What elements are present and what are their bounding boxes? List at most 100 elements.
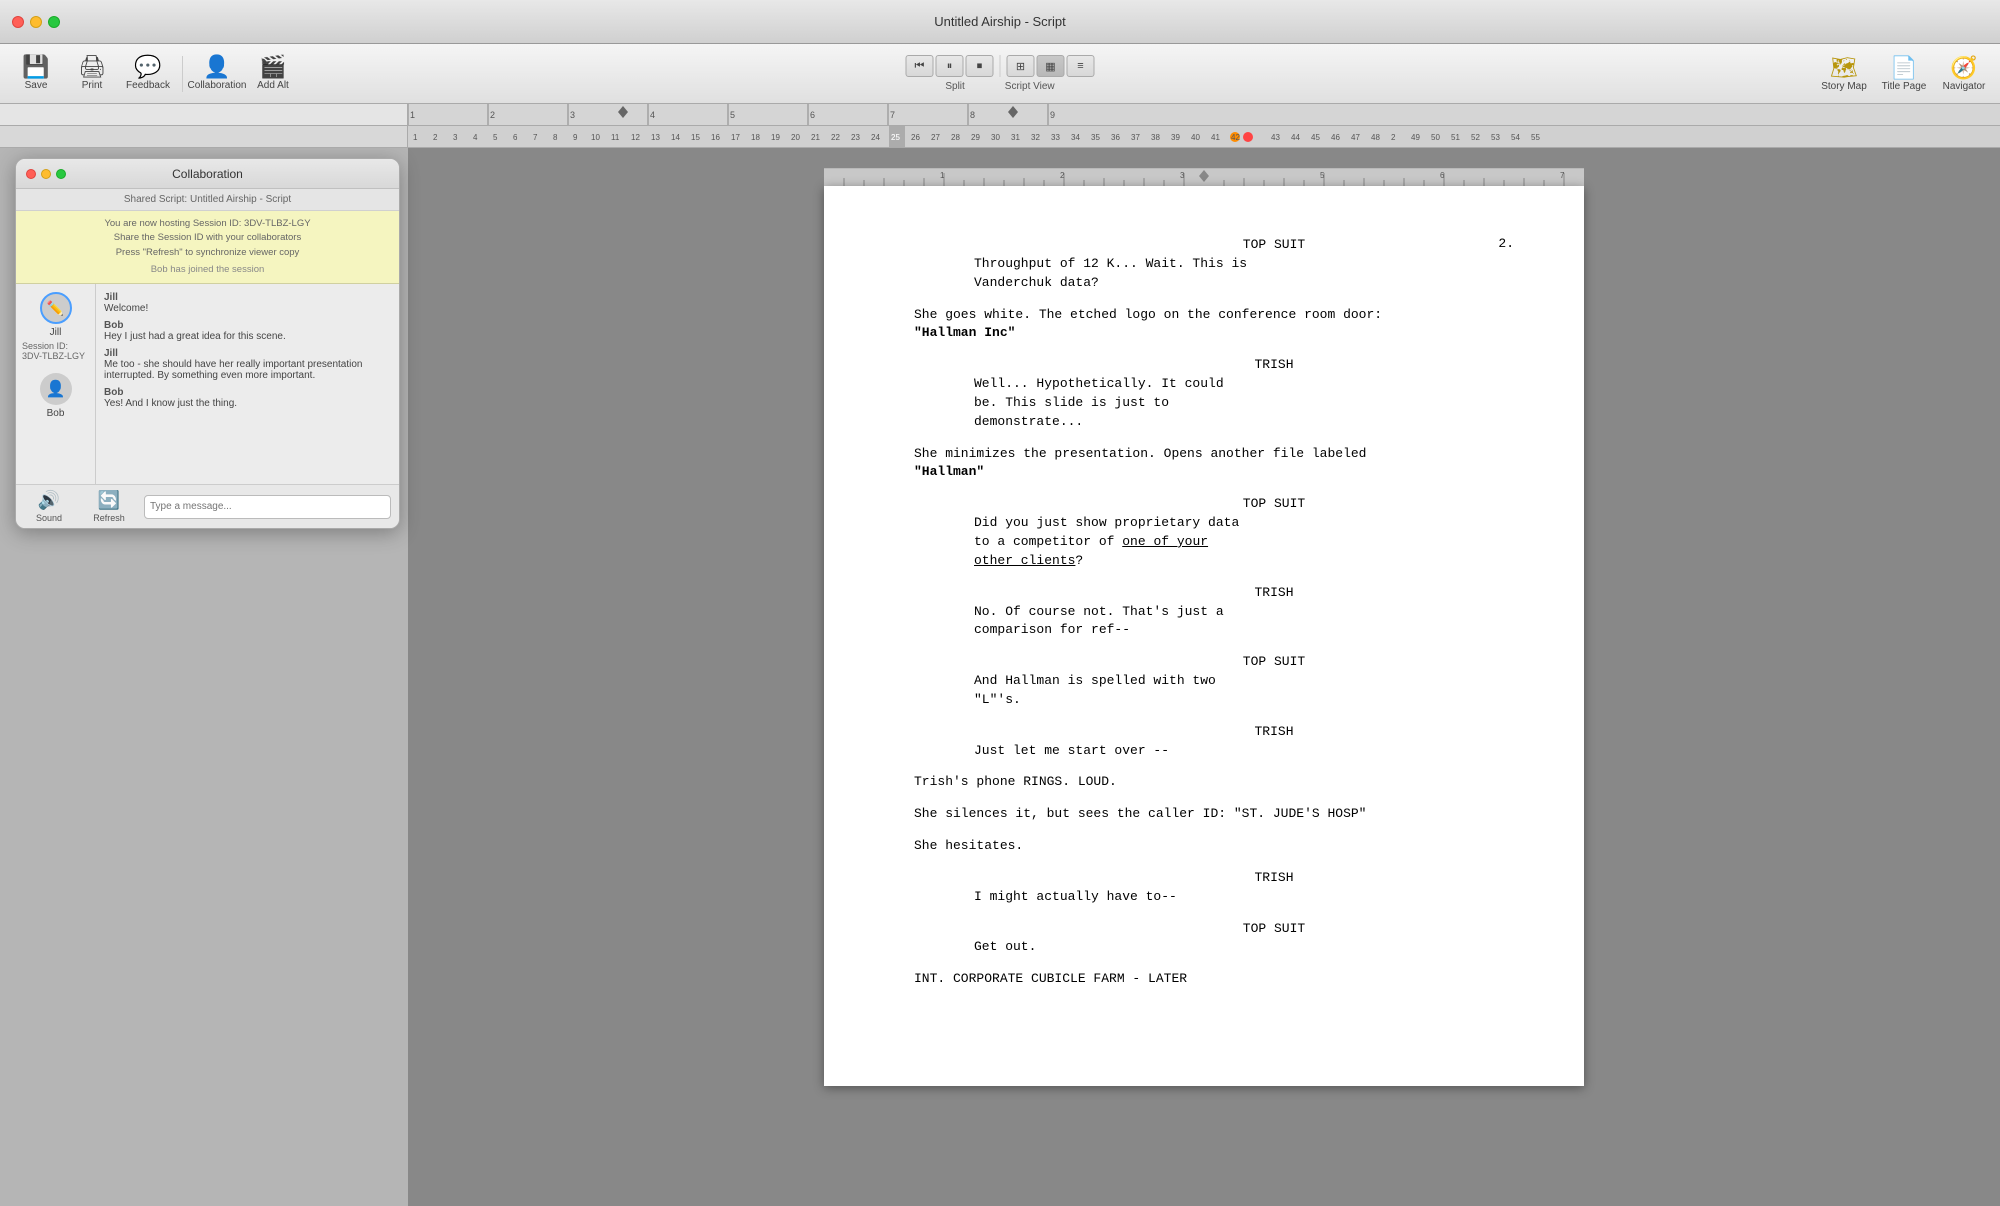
svg-text:10: 10 — [591, 133, 600, 142]
title-page-icon: 📄 — [1890, 55, 1917, 81]
view-btn-1[interactable]: ⊞ — [1007, 55, 1035, 77]
stop-button[interactable]: ⏹ — [966, 55, 994, 77]
doc-area[interactable]: 1 2 3 — [408, 148, 2000, 1206]
svg-text:4: 4 — [650, 110, 655, 120]
person-icon: 👤 — [46, 379, 66, 399]
svg-text:40: 40 — [1191, 133, 1200, 142]
toolbar-labels: Split Script View — [945, 81, 1054, 92]
svg-text:7: 7 — [1560, 171, 1565, 180]
svg-text:15: 15 — [691, 133, 700, 142]
script-page[interactable]: 2. TOP SUIT Throughput of 12 K... Wait. … — [824, 186, 1584, 1086]
collab-title: Collaboration — [172, 167, 243, 181]
action-hallman: "Hallman" — [914, 463, 1514, 482]
action-hallman-inc: "Hallman Inc" — [914, 324, 1514, 343]
collaboration-label: Collaboration — [188, 80, 247, 91]
page-ruler-spacer — [0, 126, 408, 147]
character-top-suit-4: TOP SUIT — [914, 920, 1514, 939]
toolbar-center-controls: ⏮ ⏸ ⏹ ⊞ ▦ ≡ Split Script View — [906, 55, 1095, 92]
chat-msg-1: Bob Hey I just had a great idea for this… — [104, 320, 391, 342]
title-page-label: Title Page — [1882, 81, 1927, 92]
svg-text:54: 54 — [1511, 133, 1520, 142]
view-btn-3[interactable]: ≡ — [1067, 55, 1095, 77]
add-alt-button[interactable]: 🎬 Add Alt — [247, 49, 299, 99]
collab-sound-button[interactable]: 🔊 Sound — [24, 490, 74, 523]
svg-text:36: 36 — [1111, 133, 1120, 142]
svg-text:3: 3 — [570, 110, 575, 120]
svg-text:22: 22 — [831, 133, 840, 142]
svg-text:33: 33 — [1051, 133, 1060, 142]
minimize-button[interactable] — [30, 16, 42, 28]
navigator-button[interactable]: 🧭 Navigator — [1938, 55, 1990, 92]
collab-title-bar: Collaboration — [16, 159, 399, 189]
maximize-button[interactable] — [48, 16, 60, 28]
pause-button[interactable]: ⏸ — [936, 55, 964, 77]
playback-controls: ⏮ ⏸ ⏹ ⊞ ▦ ≡ — [906, 55, 1095, 77]
print-button[interactable]: 🖨 Print — [66, 49, 118, 99]
rewind-button[interactable]: ⏮ — [906, 55, 934, 77]
svg-text:11: 11 — [611, 133, 620, 142]
svg-text:5: 5 — [730, 110, 735, 120]
collab-body: ✏️ Jill Session ID: 3DV-TLBZ-LGY 👤 Bob — [16, 284, 399, 484]
spacer-10 — [914, 824, 1514, 837]
svg-text:24: 24 — [871, 133, 880, 142]
dialogue-trish-2: No. Of course not. That's just acomparis… — [914, 603, 1514, 641]
collab-footer: 🔊 Sound 🔄 Refresh — [16, 484, 399, 528]
collaboration-button[interactable]: 👤 Collaboration — [191, 49, 243, 99]
collab-username-bob: Bob — [47, 408, 65, 419]
script-content: TOP SUIT Throughput of 12 K... Wait. Thi… — [914, 236, 1514, 989]
collab-chat-input[interactable] — [144, 495, 391, 519]
collab-shared-script: Shared Script: Untitled Airship - Script — [16, 189, 399, 211]
hosting-line1: You are now hosting Session ID: 3DV-TLBZ… — [26, 217, 389, 231]
chat-sender-2: Jill — [104, 348, 391, 359]
toolbar: 💾 Save 🖨 Print 💬 Feedback 👤 Collaboratio… — [0, 44, 2000, 104]
view-btn-2[interactable]: ▦ — [1037, 55, 1065, 77]
spacer-1 — [914, 293, 1514, 306]
action-white: She goes white. The etched logo on the c… — [914, 306, 1514, 325]
collab-users-list: ✏️ Jill Session ID: 3DV-TLBZ-LGY 👤 Bob — [16, 284, 96, 484]
collab-avatar-bob: 👤 — [40, 373, 72, 405]
svg-text:47: 47 — [1351, 133, 1360, 142]
svg-text:25: 25 — [891, 133, 900, 142]
svg-text:16: 16 — [711, 133, 720, 142]
svg-text:6: 6 — [513, 133, 518, 142]
title-page-button[interactable]: 📄 Title Page — [1878, 55, 1930, 92]
spacer-13 — [914, 957, 1514, 970]
spacer-12 — [914, 907, 1514, 920]
collab-refresh-button[interactable]: 🔄 Refresh — [84, 490, 134, 523]
svg-text:46: 46 — [1331, 133, 1340, 142]
svg-text:1: 1 — [940, 171, 945, 180]
svg-text:17: 17 — [731, 133, 740, 142]
svg-text:13: 13 — [651, 133, 660, 142]
spacer-4 — [914, 482, 1514, 495]
collab-close-button[interactable] — [26, 169, 36, 179]
window-title: Untitled Airship - Script — [934, 14, 1066, 29]
chat-sender-1: Bob — [104, 320, 391, 331]
svg-text:31: 31 — [1011, 133, 1020, 142]
collab-minimize-button[interactable] — [41, 169, 51, 179]
action-silences: She silences it, but sees the caller ID:… — [914, 805, 1514, 824]
ruler-left-spacer — [0, 104, 408, 126]
svg-text:41: 41 — [1211, 133, 1220, 142]
svg-text:38: 38 — [1151, 133, 1160, 142]
dialogue-top-suit-3: And Hallman is spelled with two"L"'s. — [914, 672, 1514, 710]
hosting-line2: Share the Session ID with your collabora… — [26, 231, 389, 245]
sidebar-area: Collaboration Shared Script: Untitled Ai… — [0, 148, 408, 1206]
dialogue-trish-4: I might actually have to-- — [914, 888, 1514, 907]
collab-user-jill[interactable]: ✏️ Jill Session ID: 3DV-TLBZ-LGY — [22, 292, 89, 361]
close-button[interactable] — [12, 16, 24, 28]
session-id-label: Session ID: 3DV-TLBZ-LGY — [22, 341, 89, 361]
save-button[interactable]: 💾 Save — [10, 49, 62, 99]
svg-text:2: 2 — [433, 133, 438, 142]
collab-maximize-button[interactable] — [56, 169, 66, 179]
spacer-9 — [914, 792, 1514, 805]
svg-text:52: 52 — [1471, 133, 1480, 142]
feedback-button[interactable]: 💬 Feedback — [122, 49, 174, 99]
dialogue-trish-3: Just let me start over -- — [914, 742, 1514, 761]
action-rings: Trish's phone RINGS. LOUD. — [914, 773, 1514, 792]
story-map-button[interactable]: 🗺 Story Map — [1818, 55, 1870, 92]
svg-text:8: 8 — [970, 110, 975, 120]
collab-user-bob[interactable]: 👤 Bob — [22, 373, 89, 419]
ruler-top: 1 2 3 4 5 6 7 8 9 — [0, 104, 2000, 126]
page-number: 2. — [1498, 236, 1514, 251]
story-map-label: Story Map — [1821, 81, 1867, 92]
